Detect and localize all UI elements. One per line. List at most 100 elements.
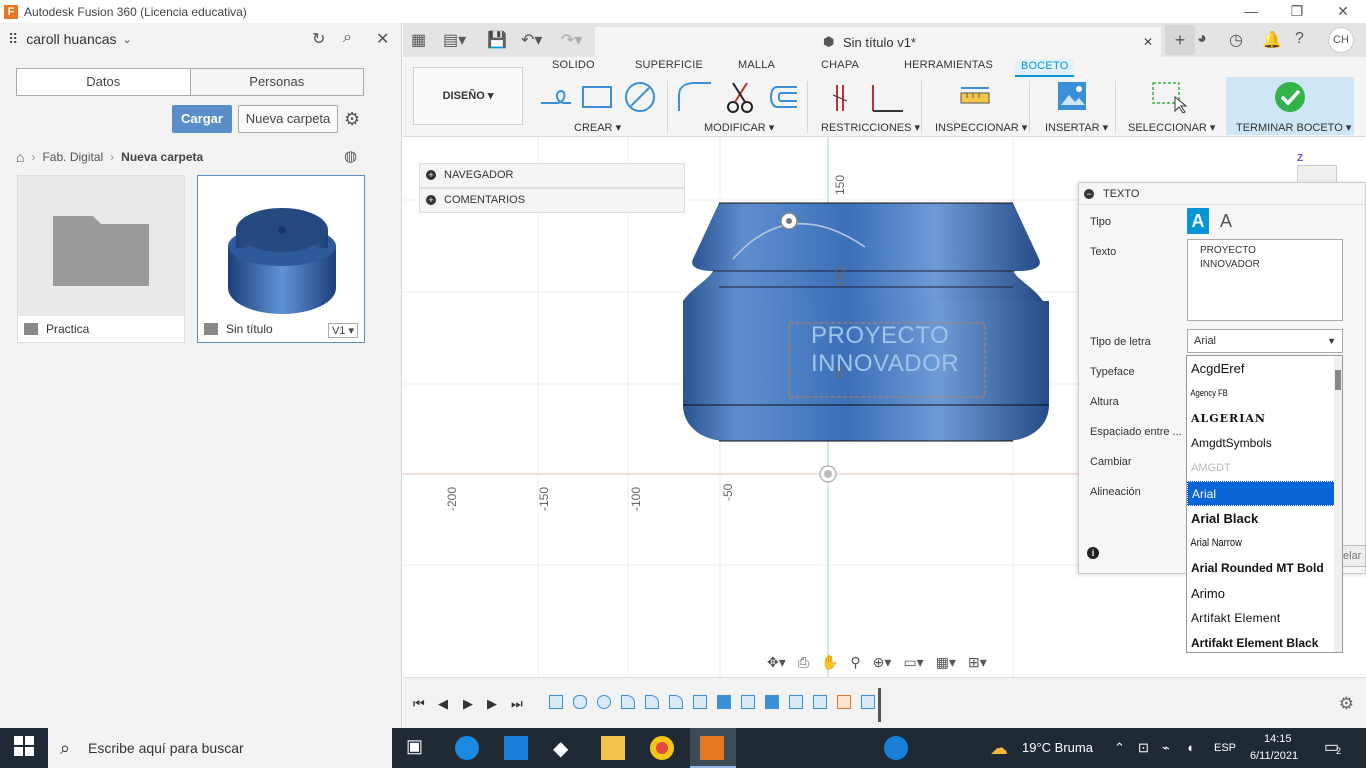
pan-icon[interactable]: ✋: [821, 654, 838, 671]
font-option[interactable]: Arial Black: [1187, 506, 1342, 531]
constraint-tools[interactable]: [829, 81, 909, 115]
go-to-start-icon[interactable]: ⏮: [413, 696, 425, 712]
font-option[interactable]: Arimo: [1187, 581, 1342, 606]
close-window-button[interactable]: ✕: [1320, 0, 1366, 23]
tab-chapa[interactable]: CHAPA: [821, 59, 859, 71]
weather-text[interactable]: 19°C Bruma: [1022, 728, 1093, 768]
step-forward-icon[interactable]: ▶: [487, 696, 497, 712]
expand-icon[interactable]: +: [426, 195, 436, 205]
cancel-button[interactable]: elar: [1340, 545, 1366, 567]
font-option[interactable]: AMGDT: [1187, 456, 1342, 481]
group-inspeccionar[interactable]: INSPECCIONAR ▾: [935, 121, 1027, 134]
language-indicator[interactable]: ESP: [1214, 728, 1236, 768]
font-option[interactable]: ALGERIAN: [1187, 406, 1342, 431]
font-option[interactable]: Artifakt Element Black: [1187, 631, 1342, 652]
create-tools[interactable]: [537, 81, 661, 115]
tab-personas[interactable]: Personas: [189, 69, 363, 95]
timeline-feature[interactable]: [597, 695, 611, 709]
tab-datos[interactable]: Datos: [17, 69, 190, 95]
font-dropdown-list[interactable]: AcgdEref Agency FB ALGERIAN AmgdtSymbols…: [1186, 355, 1343, 653]
upload-button[interactable]: Cargar: [172, 105, 232, 133]
version-dropdown[interactable]: V1 ▾: [327, 323, 358, 338]
refresh-icon[interactable]: ↻: [312, 29, 325, 49]
fit-icon[interactable]: ⊕▾: [873, 654, 892, 671]
timeline-feature[interactable]: [717, 695, 731, 709]
search-icon[interactable]: ⌕: [343, 29, 352, 47]
text-type-filled-button[interactable]: A: [1187, 208, 1209, 234]
close-icon[interactable]: ✕: [376, 29, 389, 49]
timeline-feature[interactable]: [741, 695, 755, 709]
timeline-feature[interactable]: [693, 695, 707, 709]
tray-volume-icon[interactable]: ◖: [1186, 728, 1194, 768]
timeline-marker[interactable]: [878, 688, 881, 722]
zoom-icon[interactable]: ⚲: [850, 654, 860, 671]
chrome-icon[interactable]: [650, 736, 674, 760]
restore-button[interactable]: ❐: [1274, 0, 1320, 23]
expand-icon[interactable]: +: [426, 170, 436, 180]
select-icon[interactable]: [1151, 81, 1187, 113]
timeline-feature[interactable]: [573, 695, 587, 709]
timeline-feature[interactable]: [549, 695, 563, 709]
timeline-feature[interactable]: [813, 695, 827, 709]
home-icon[interactable]: ⌂: [16, 149, 24, 165]
workspace-selector[interactable]: DISEÑO ▾: [413, 67, 523, 125]
mail-icon[interactable]: [504, 736, 528, 760]
font-option[interactable]: Arial Rounded MT Bold: [1187, 556, 1342, 581]
edge-icon[interactable]: [455, 736, 479, 760]
weather-icon[interactable]: ☁: [990, 728, 1008, 768]
file-explorer-icon[interactable]: [601, 736, 625, 760]
tab-boceto[interactable]: BOCETO: [1015, 59, 1075, 77]
fusion-taskbar-icon[interactable]: [700, 736, 724, 760]
timeline-feature[interactable]: [645, 695, 659, 709]
tray-device-icon[interactable]: ⊡: [1138, 728, 1149, 768]
new-tab-icon[interactable]: +: [1165, 25, 1195, 55]
display-settings-icon[interactable]: ▭▾: [903, 654, 923, 671]
job-status-icon[interactable]: ◷: [1229, 30, 1243, 50]
grid-settings-icon[interactable]: ▦▾: [936, 654, 956, 671]
extensions-icon[interactable]: ◕: [1197, 30, 1207, 48]
gear-icon[interactable]: ⚙: [344, 109, 360, 130]
group-insertar[interactable]: INSERTAR ▾: [1045, 121, 1108, 134]
info-icon[interactable]: i: [1087, 547, 1099, 559]
help-app-icon[interactable]: [884, 736, 908, 760]
orbit-icon[interactable]: ✥▾: [767, 654, 786, 671]
tab-malla[interactable]: MALLA: [738, 59, 775, 71]
dropbox-icon[interactable]: ◆: [553, 736, 577, 760]
tray-network-icon[interactable]: ⌁: [1162, 728, 1170, 768]
task-view-icon[interactable]: ▣: [406, 736, 430, 760]
sketch-text-line-1[interactable]: PROYECTO: [811, 322, 949, 350]
font-option[interactable]: Agency FB: [1187, 381, 1319, 406]
font-list-scrollbar[interactable]: [1334, 356, 1342, 652]
font-option[interactable]: AmgdtSymbols: [1187, 431, 1342, 456]
notifications-icon[interactable]: 🔔: [1262, 30, 1282, 50]
group-modificar[interactable]: MODIFICAR ▾: [704, 121, 774, 134]
timeline-feature[interactable]: [861, 695, 875, 709]
group-crear[interactable]: CREAR ▾: [574, 121, 621, 134]
collapse-icon[interactable]: −: [1084, 189, 1094, 199]
font-select[interactable]: Arial ▼: [1187, 329, 1343, 353]
timeline-feature[interactable]: [765, 695, 779, 709]
font-option[interactable]: Artifakt Element: [1187, 606, 1342, 631]
close-tab-icon[interactable]: ✕: [1143, 35, 1153, 49]
browser-navegador[interactable]: + NAVEGADOR: [419, 163, 685, 188]
viewports-icon[interactable]: ⊞▾: [968, 654, 987, 671]
scrollbar-thumb[interactable]: [1335, 370, 1341, 390]
taskbar-search[interactable]: ⌕ Escribe aquí para buscar: [48, 728, 392, 768]
finish-sketch-button[interactable]: TERMINAR BOCETO ▾: [1226, 77, 1354, 135]
timeline-feature[interactable]: [621, 695, 635, 709]
insert-image-icon[interactable]: [1057, 81, 1087, 111]
chevron-down-icon[interactable]: ⌄: [123, 33, 132, 46]
tab-herramientas[interactable]: HERRAMIENTAS: [904, 59, 993, 71]
save-icon[interactable]: 💾: [487, 30, 507, 50]
undo-icon[interactable]: ↶▾: [521, 30, 542, 50]
timeline-feature[interactable]: [669, 695, 683, 709]
text-input[interactable]: PROYECTO INNOVADOR: [1187, 239, 1343, 321]
group-restricciones[interactable]: RESTRICCIONES ▾: [821, 121, 920, 134]
go-to-end-icon[interactable]: ⏭: [511, 696, 523, 712]
clock-date[interactable]: 6/11/2021: [1250, 736, 1298, 776]
font-option[interactable]: AcgdEref: [1187, 356, 1342, 381]
design-card[interactable]: Sin título V1 ▾: [197, 175, 365, 343]
look-at-icon[interactable]: ⎙: [798, 654, 809, 671]
font-option[interactable]: Arial Narrow: [1187, 531, 1319, 556]
modify-tools[interactable]: [675, 79, 803, 115]
